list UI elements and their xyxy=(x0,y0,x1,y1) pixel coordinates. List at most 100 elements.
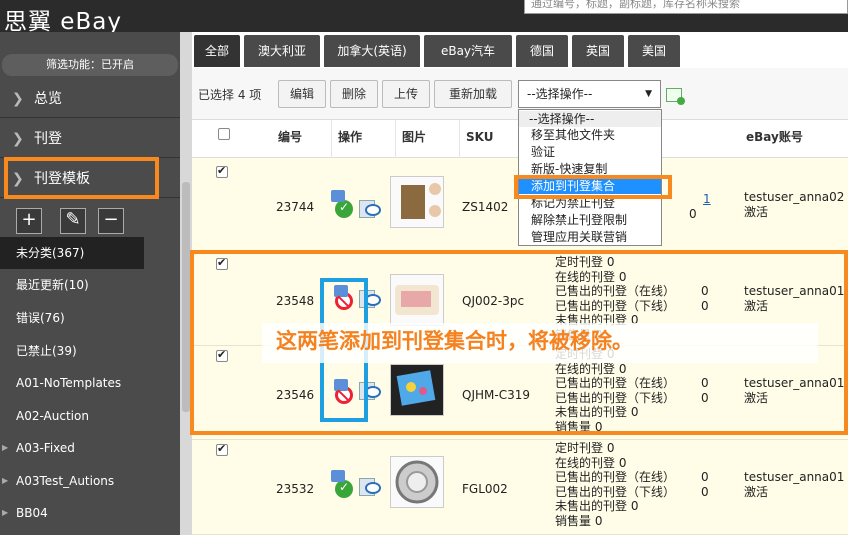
product-image[interactable] xyxy=(390,176,444,228)
category-banned[interactable]: 已禁止(39) xyxy=(0,335,180,367)
stat-value: 0 xyxy=(594,513,603,528)
row-checkbox[interactable] xyxy=(216,256,228,270)
edit-button[interactable]: 编辑 xyxy=(278,80,326,108)
expand-triangle-icon[interactable]: ▶ xyxy=(2,465,8,497)
product-image[interactable] xyxy=(390,364,444,416)
dropdown-option-quick-copy[interactable]: 新版-快速复制 xyxy=(519,161,661,177)
database-icon xyxy=(334,285,348,297)
product-image-graphic xyxy=(395,285,439,315)
category-bb04[interactable]: ▶ BB04 xyxy=(0,497,180,529)
dropdown-option-unban[interactable]: 解除禁止刊登限制 xyxy=(519,212,661,228)
operation-select[interactable]: --选择操作-- ▼ xyxy=(518,80,661,108)
tab-germany[interactable]: 德国 xyxy=(516,35,568,67)
reload-button[interactable]: 重新加载 xyxy=(434,80,512,108)
dropdown-option-add-to-collection[interactable]: 添加到刊登集合 xyxy=(519,178,661,194)
stat-label: 未售出的刊登 xyxy=(555,499,628,513)
ebay-account: testuser_anna01 激活 xyxy=(744,470,844,500)
tab-australia[interactable]: 澳大利亚 xyxy=(244,35,320,67)
operation-dropdown-list[interactable]: --选择操作-- 移至其他文件夹 验证 新版-快速复制 添加到刊登集合 标记为禁… xyxy=(518,109,662,246)
sidebar-item-listing[interactable]: ❯ 刊登 xyxy=(0,120,180,158)
sidebar-scrollbar[interactable] xyxy=(180,32,192,535)
stat-value: 0 xyxy=(594,419,603,434)
stat-value: 0 xyxy=(618,269,627,284)
sidebar-item-listing-template[interactable]: ❯ 刊登模板 xyxy=(0,160,180,198)
stat-label: 在线的刊登 xyxy=(555,269,616,284)
preview-eye-icon[interactable] xyxy=(359,476,381,496)
tab-ebay-motors[interactable]: eBay汽车 xyxy=(424,35,512,67)
scrollbar-thumb[interactable] xyxy=(182,182,190,412)
stat-scheduled: 定时刊登 0 xyxy=(555,255,675,270)
tab-all[interactable]: 全部 xyxy=(194,35,240,67)
column-header-image: 图片 xyxy=(396,120,460,158)
category-a03test-autions[interactable]: ▶ A03Test_Autions xyxy=(0,465,180,497)
dropdown-option-placeholder[interactable]: --选择操作-- xyxy=(519,111,661,127)
account-status: 激活 xyxy=(744,485,769,499)
banned-status-icon[interactable] xyxy=(334,379,353,404)
dropdown-option-marketing[interactable]: 管理应用关联营销 xyxy=(519,229,661,245)
row-checkbox[interactable] xyxy=(216,164,228,178)
stat-value: 0 xyxy=(618,361,627,376)
select-all-checkbox[interactable] xyxy=(218,128,230,140)
product-image-graphic xyxy=(391,365,443,415)
chevron-right-icon: ❯ xyxy=(12,171,24,187)
stat-label: 销售量 xyxy=(555,513,592,528)
item-id[interactable]: 23548 xyxy=(276,294,314,308)
item-sku[interactable]: QJHM-C319 xyxy=(462,388,530,402)
expand-triangle-icon[interactable]: ▶ xyxy=(2,432,8,464)
filter-status-pill[interactable]: 筛选功能：已开启 xyxy=(2,54,178,76)
category-a01-notemplates[interactable]: A01-NoTemplates xyxy=(0,367,180,399)
row-checkbox[interactable] xyxy=(216,442,228,456)
valid-status-icon[interactable] xyxy=(331,470,353,498)
item-id[interactable]: 23532 xyxy=(276,482,314,496)
preview-eye-icon[interactable] xyxy=(359,288,381,308)
tab-uk[interactable]: 英国 xyxy=(572,35,624,67)
column-header-id[interactable]: 编号 xyxy=(272,120,332,158)
preview-eye-icon[interactable] xyxy=(359,198,381,218)
item-sku[interactable]: QJ002-3pc xyxy=(462,294,524,308)
ebay-account: testuser_anna01 激活 xyxy=(744,284,844,314)
category-recently-updated[interactable]: 最近更新(10) xyxy=(0,269,180,301)
column-header-ebay-account[interactable]: eBay账号 xyxy=(740,120,848,158)
stat-online-value[interactable]: 1 xyxy=(703,192,711,207)
row-checkbox[interactable] xyxy=(216,348,228,362)
stat-sold-online: 已售出的刊登（在线） 0 xyxy=(555,470,709,485)
category-a03-fixed[interactable]: ▶ A03-Fixed xyxy=(0,432,180,464)
stat-sold-offline: 已售出的刊登（下线） 0 xyxy=(555,391,709,406)
sidebar-item-overview[interactable]: ❯ 总览 xyxy=(0,80,180,118)
category-uncategorized[interactable]: 未分类(367) xyxy=(0,237,144,269)
dropdown-option-move-folder[interactable]: 移至其他文件夹 xyxy=(519,127,661,143)
category-errors[interactable]: 错误(76) xyxy=(0,302,180,334)
preview-eye-icon[interactable] xyxy=(359,380,381,400)
product-image[interactable] xyxy=(390,456,444,508)
dropdown-option-verify[interactable]: 验证 xyxy=(519,144,661,160)
category-a02-auction[interactable]: A02-Auction xyxy=(0,400,180,432)
sidebar: 筛选功能：已开启 ❯ 总览 ❯ 刊登 ❯ 刊登模板 + ✎ − 未分类(367)… xyxy=(0,32,192,535)
database-icon xyxy=(331,470,345,482)
sidebar-item-label: 刊登模板 xyxy=(34,171,90,187)
tab-canada-english[interactable]: 加拿大(英语) xyxy=(324,35,420,67)
ebay-account: testuser_anna02 激活 xyxy=(744,190,844,220)
dropdown-option-mark-banned[interactable]: 标记为禁止刊登 xyxy=(519,195,661,211)
item-id[interactable]: 23744 xyxy=(276,200,314,214)
upload-button[interactable]: 上传 xyxy=(382,80,430,108)
search-input[interactable]: 通过编号，标题，副标题，库存名称来搜索 xyxy=(524,0,848,14)
listing-stats: 定时刊登 0 在线的刊登 0 已售出的刊登（在线）0 已售出的刊登（下线）0 未… xyxy=(555,441,709,528)
ebay-account-name: testuser_anna01 xyxy=(744,284,845,298)
valid-status-icon[interactable] xyxy=(331,190,353,218)
item-sku[interactable]: FGL002 xyxy=(462,482,508,496)
tab-us[interactable]: 美国 xyxy=(628,35,680,67)
product-image[interactable] xyxy=(390,274,444,326)
stat-scheduled: 定时刊登 0 xyxy=(555,441,675,456)
plus-icon[interactable]: + xyxy=(16,208,42,234)
item-sku[interactable]: ZS1402 xyxy=(462,200,508,214)
banned-status-icon[interactable] xyxy=(334,285,353,310)
settings-gear-icon[interactable] xyxy=(666,88,685,105)
pencil-icon[interactable]: ✎ xyxy=(60,208,86,234)
expand-triangle-icon[interactable]: ▶ xyxy=(2,497,8,529)
column-header-actions: 操作 xyxy=(332,120,396,158)
delete-button[interactable]: 删除 xyxy=(330,80,378,108)
app-logo[interactable]: 思翼 eBay xyxy=(4,2,122,36)
table-row[interactable]: 23532 FGL002 定时刊登 0 在线的刊登 0 已售出的刊登（在线）0 … xyxy=(192,440,848,535)
minus-icon[interactable]: − xyxy=(98,208,124,234)
item-id[interactable]: 23546 xyxy=(276,388,314,402)
